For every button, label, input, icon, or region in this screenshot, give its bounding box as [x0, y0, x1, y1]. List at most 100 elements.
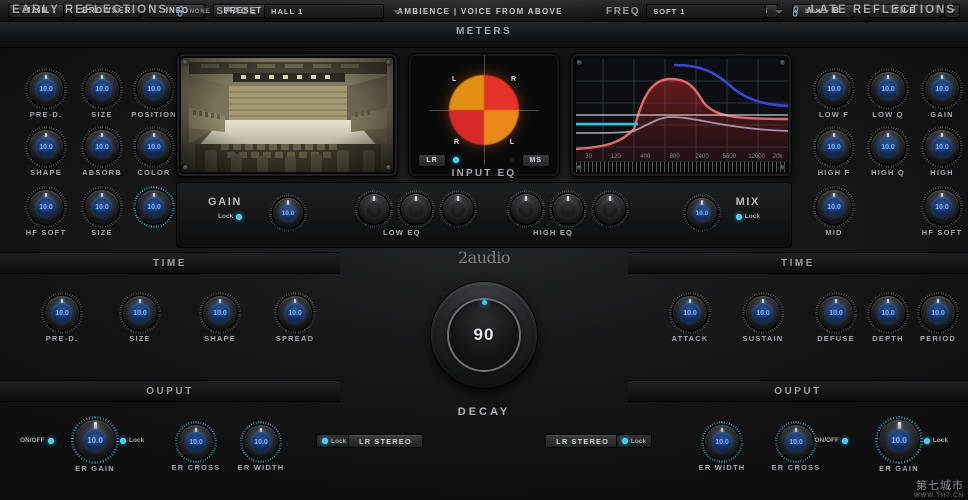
time-right-knob-3-dial[interactable]: 10.0	[867, 292, 909, 334]
stereo-lock-left[interactable]: Lock	[316, 434, 353, 448]
eq-tick: 2400	[695, 154, 709, 160]
time-right-knob-0-value: 10.0	[680, 303, 700, 323]
lr-knob-7-dial[interactable]: 10.0	[921, 186, 963, 228]
out-right-knob-2-dial[interactable]: 10.0	[875, 416, 923, 464]
mix-lock: Lock	[735, 213, 760, 220]
high-eq-knob-1-dial[interactable]	[549, 190, 587, 228]
mix-lock-led[interactable]	[735, 213, 742, 220]
er-knob-0-dial[interactable]: 10.0	[25, 68, 67, 110]
input-gain-knob-dial[interactable]: 10.0	[269, 194, 307, 232]
lr-knob-0: 10.0 LOW F	[804, 68, 864, 119]
freq-select[interactable]: SOFT 1	[646, 4, 767, 19]
er-knob-4-value: 10.0	[92, 137, 112, 157]
freq-label: FREQ	[606, 6, 641, 17]
mix-knob-dial[interactable]: 10.0	[683, 194, 721, 232]
er-knob-1: 10.0 SIZE	[72, 68, 132, 119]
lr-knob-5-dial[interactable]: 10.0	[921, 126, 963, 168]
decay-knob[interactable]: 90	[419, 270, 549, 400]
er-knob-2-dial[interactable]: 10.0	[133, 68, 175, 110]
time-left-knob-3-dial[interactable]: 10.0	[274, 292, 316, 334]
eq-tick: 800	[669, 154, 680, 160]
vectorscope: L R R L	[429, 55, 539, 166]
er-knob-3-dial[interactable]: 10.0	[25, 126, 67, 168]
time-right-knob-0-dial[interactable]: 10.0	[669, 292, 711, 334]
er-knob-8-value: 10.0	[144, 197, 164, 217]
eq-tick: 30	[585, 154, 592, 160]
space-select[interactable]: HALL 1	[264, 4, 385, 19]
meter-ms-led[interactable]	[509, 157, 515, 163]
er-knob-1-value: 10.0	[92, 79, 112, 99]
out-left-knob-2-dial[interactable]: 10.0	[240, 421, 282, 463]
lr-stereo-button-left[interactable]: LR STEREO	[348, 434, 423, 448]
space-preview-screen[interactable]	[176, 53, 398, 177]
meter-label-r-bottom: R	[454, 139, 460, 147]
output-left-onoff-led[interactable]	[47, 437, 54, 444]
time-right-knob-4-dial[interactable]: 10.0	[917, 292, 959, 334]
time-right-knob-2-dial[interactable]: 10.0	[815, 292, 857, 334]
er-knob-8: 10.0	[124, 186, 184, 228]
lr-knob-6-dial[interactable]: 10.0	[813, 186, 855, 228]
lr-knob-1-dial[interactable]: 10.0	[867, 68, 909, 110]
er-knob-6: 10.0 HF SOFT	[16, 186, 76, 237]
eq-graph-screen[interactable]: 30 120 400 800 2400 5600 12000 20k	[570, 53, 792, 177]
lr-knob-5-value: 10.0	[932, 137, 952, 157]
lr-knob-3-dial[interactable]: 10.0	[813, 126, 855, 168]
lr-knob-1: 10.0 LOW Q	[858, 68, 918, 119]
lr-knob-2: 10.0 GAIN	[912, 68, 968, 119]
lr-knob-0-value: 10.0	[824, 79, 844, 99]
freq-select-arrow[interactable]	[772, 4, 785, 19]
gain-lock-led[interactable]	[236, 213, 243, 220]
time-right-knob-2-label: DEFUSE	[817, 334, 855, 343]
out-left-knob-0-dial[interactable]: 10.0	[71, 416, 119, 464]
input-gain-knob: 10.0	[260, 194, 316, 232]
space-none-label: NONE	[189, 8, 211, 15]
output-right-onoff-led[interactable]	[842, 437, 848, 444]
time-left-knob-1-label: SIZE	[129, 334, 151, 343]
time-left-knob-0-dial[interactable]: 10.0	[41, 292, 83, 334]
decay-position-indicator	[481, 300, 487, 305]
er-knob-4-dial[interactable]: 10.0	[81, 126, 123, 168]
er-knob-8-dial[interactable]: 10.0	[133, 186, 175, 228]
time-left-knob-1-dial[interactable]: 10.0	[119, 292, 161, 334]
space-link-none[interactable]: 🔗 NONE	[174, 5, 211, 19]
time-right-knob-4-value: 10.0	[928, 303, 948, 323]
meter-ms-button[interactable]: MS	[521, 154, 550, 167]
out-left-knob-1-dial[interactable]: 10.0	[175, 421, 217, 463]
output-left-title: OUPUT	[0, 380, 340, 402]
high-eq-knob-2-dial[interactable]	[591, 190, 629, 228]
meter-lr-led[interactable]	[453, 157, 459, 163]
low-eq-knob-0-dial[interactable]	[355, 190, 393, 228]
low-eq-knob-2-dial[interactable]	[439, 190, 477, 228]
out-right-knob-1-dial[interactable]: 10.0	[775, 421, 817, 463]
er-knob-6-dial[interactable]: 10.0	[25, 186, 67, 228]
er-knob-5-value: 10.0	[144, 137, 164, 157]
er-knob-3-value: 10.0	[36, 137, 56, 157]
stereo-lock-right[interactable]: Lock	[615, 434, 652, 448]
lr-stereo-button-right[interactable]: LR STEREO	[545, 434, 620, 448]
er-knob-5-dial[interactable]: 10.0	[133, 126, 175, 168]
freq-link-none[interactable]: 🔗 NONE	[790, 5, 825, 19]
meter-lr-button[interactable]: LR	[418, 154, 446, 167]
eq-tick: 120	[610, 154, 621, 160]
er-knob-1-dial[interactable]: 10.0	[81, 68, 123, 110]
time-right-knob-4-label: PERIOD	[920, 334, 956, 343]
lr-knob-2-dial[interactable]: 10.0	[921, 68, 963, 110]
lr-knob-7-value: 10.0	[932, 197, 952, 217]
er-knob-7-dial[interactable]: 10.0	[81, 186, 123, 228]
lr-knob-4-dial[interactable]: 10.0	[867, 126, 909, 168]
gain-label: GAIN	[208, 196, 242, 208]
time-right-knob-1-dial[interactable]: 10.0	[742, 292, 784, 334]
out-right-knob-2-label: ER GAIN	[879, 464, 919, 473]
low-eq-knob-1-dial[interactable]	[397, 190, 435, 228]
lr-knob-0-dial[interactable]: 10.0	[813, 68, 855, 110]
late-reflections-title: LATE REFLECTIONS	[810, 4, 956, 16]
out-right-knob-0-dial[interactable]: 10.0	[701, 421, 743, 463]
output-left-onoff[interactable]: ON/OFF	[20, 437, 54, 444]
watermark-line2: WWW.TH7.CN	[914, 493, 964, 499]
stereo-lock-led	[621, 438, 628, 444]
high-eq-knob-1-value	[559, 200, 577, 218]
time-left-knob-2-dial[interactable]: 10.0	[199, 292, 241, 334]
high-eq-knob-0-dial[interactable]	[507, 190, 545, 228]
high-eq-knob-2	[582, 190, 638, 228]
space-select-arrow[interactable]	[390, 4, 403, 19]
